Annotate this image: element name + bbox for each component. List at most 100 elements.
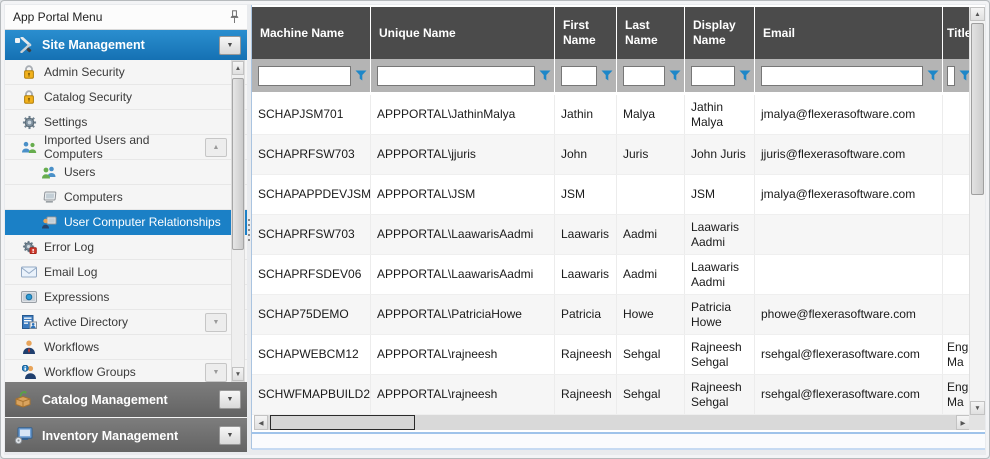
scrollbar-thumb[interactable] [971,23,984,195]
tools-icon [11,37,35,53]
sidebar-scrollbar[interactable]: ▲ ▼ [231,60,245,382]
scrollbar-track[interactable] [268,415,956,430]
column-header-machine-name[interactable]: Machine Name [252,7,371,59]
column-header-title[interactable]: Title [943,7,970,59]
sidebar-item-settings[interactable]: Settings [5,110,247,135]
sidebar-item-expressions[interactable]: Expressions [5,285,247,310]
collapse-button[interactable]: ▲ [205,138,227,157]
section-catalog-management[interactable]: Catalog Management ▼ [5,382,247,417]
filter-input-machine-name[interactable] [258,66,351,86]
column-header-label: First Name [563,18,608,48]
filter-cell-title [943,59,970,92]
filter-funnel-icon[interactable] [355,70,367,81]
sidebar-items: Admin SecurityCatalog SecuritySettingsIm… [5,60,247,382]
grid-vertical-scrollbar[interactable]: ▲ ▼ [969,7,985,415]
sidebar-item-computers[interactable]: Computers [5,185,247,210]
expand-section-button[interactable]: ▼ [219,390,241,409]
column-header-label: Email [763,26,795,41]
cell-title [943,295,970,334]
filter-input-last-name[interactable] [623,66,665,86]
table-row[interactable]: SCHAPRFSDEV06APPPORTAL\LaawarisAadmiLaaw… [252,255,970,295]
filter-cell-last-name [617,59,685,92]
expand-button[interactable]: ▼ [205,363,227,382]
sidebar-item-active-directory[interactable]: Active Directory▼ [5,310,247,335]
column-header-display-name[interactable]: Display Name [685,7,755,59]
table-row[interactable]: SCHAPRFSW703APPPORTAL\LaawarisAadmiLaawa… [252,215,970,255]
cell-first-name: Jathin [555,95,617,134]
filter-funnel-icon[interactable] [669,70,681,81]
scrollbar-thumb[interactable] [270,415,415,430]
scrollbar-thumb[interactable] [232,78,244,250]
sidebar-item-workflows[interactable]: Workflows [5,335,247,360]
sidebar-item-imported-users-and-computers[interactable]: Imported Users and Computers▲ [5,135,247,160]
sidebar-item-label: User Computer Relationships [64,215,221,229]
scroll-left-icon[interactable]: ◀ [254,415,268,430]
cell-last-name: Howe [617,295,685,334]
expand-button[interactable]: ▼ [205,313,227,332]
filter-funnel-icon[interactable] [739,70,751,81]
column-header-last-name[interactable]: Last Name [617,7,685,59]
grid-horizontal-scrollbar[interactable]: ◀ ▶ [254,415,970,430]
filter-funnel-icon[interactable] [927,70,939,81]
workflows-icon [19,340,39,354]
scroll-down-icon[interactable]: ▼ [970,401,985,415]
cell-email: phowe@flexerasoftware.com [755,295,943,334]
filter-funnel-icon[interactable] [539,70,551,81]
table-row[interactable]: SCHAPRFSW703APPPORTAL\jjurisJohnJurisJoh… [252,135,970,175]
cell-machine-name: SCHWFMAPBUILD2 [252,375,371,414]
section-label: Inventory Management [42,429,178,443]
table-row[interactable]: SCHAP75DEMOAPPPORTAL\PatriciaHowePatrici… [252,295,970,335]
cell-title [943,135,970,174]
sidebar-item-users[interactable]: Users [5,160,247,185]
section-site-management[interactable]: Site Management ▼ [5,30,247,60]
sidebar-item-error-log[interactable]: Error Log [5,235,247,260]
sidebar-item-catalog-security[interactable]: Catalog Security [5,85,247,110]
grid-filter-row [252,59,970,92]
expand-section-button[interactable]: ▼ [219,426,241,445]
filter-funnel-icon[interactable] [601,70,613,81]
cell-last-name: Aadmi [617,215,685,254]
cell-display-name: Rajneesh Sehgal [685,335,755,374]
column-header-unique-name[interactable]: Unique Name [371,7,555,59]
user-computer-icon [39,216,59,229]
filter-input-email[interactable] [761,66,923,86]
cell-machine-name: SCHAP75DEMO [252,295,371,334]
table-row[interactable]: SCHAPAPPDEVJSMAPPPORTAL\JSMJSMJSMjmalya@… [252,175,970,215]
scroll-up-icon[interactable]: ▲ [970,7,985,21]
users-icon [39,166,59,179]
scroll-down-icon[interactable]: ▼ [232,367,244,381]
cell-display-name: Rajneesh Sehgal [685,375,755,414]
column-header-email[interactable]: Email [755,7,943,59]
lock-icon [19,90,39,104]
scrollbar-track[interactable] [970,21,985,401]
scrollbar-track[interactable] [232,75,244,367]
table-row[interactable]: SCHAPWEBCM12APPPORTAL\rajneeshRajneeshSe… [252,335,970,375]
cell-last-name [617,175,685,214]
section-label: Site Management [42,38,145,52]
column-header-first-name[interactable]: First Name [555,7,617,59]
cell-unique-name: APPPORTAL\rajneesh [371,335,555,374]
column-header-label: Unique Name [379,26,456,41]
section-inventory-management[interactable]: Inventory Management ▼ [5,418,247,452]
scroll-up-icon[interactable]: ▲ [232,61,244,75]
filter-input-unique-name[interactable] [377,66,535,86]
sidebar-item-workflow-groups[interactable]: Workflow Groups▼ [5,360,247,382]
sidebar-item-email-log[interactable]: Email Log [5,260,247,285]
cell-unique-name: APPPORTAL\jjuris [371,135,555,174]
filter-input-first-name[interactable] [561,66,597,86]
filter-input-display-name[interactable] [691,66,735,86]
sidebar-item-admin-security[interactable]: Admin Security [5,60,247,85]
scrollbar-corner [969,415,985,430]
table-row[interactable]: SCHAPJSM701APPPORTAL\JathinMalyaJathinMa… [252,95,970,135]
cell-machine-name: SCHAPRFSDEV06 [252,255,371,294]
collapse-section-button[interactable]: ▼ [219,36,241,55]
filter-input-title[interactable] [947,66,955,86]
cell-last-name: Malya [617,95,685,134]
cell-first-name: Laawaris [555,215,617,254]
table-row[interactable]: SCHWFMAPBUILD2APPPORTAL\rajneeshRajneesh… [252,375,970,415]
filter-cell-first-name [555,59,617,92]
scroll-right-icon[interactable]: ▶ [956,415,970,430]
pin-icon[interactable] [230,10,239,24]
cell-first-name: JSM [555,175,617,214]
sidebar-item-user-computer-relationships[interactable]: User Computer Relationships [5,210,247,235]
